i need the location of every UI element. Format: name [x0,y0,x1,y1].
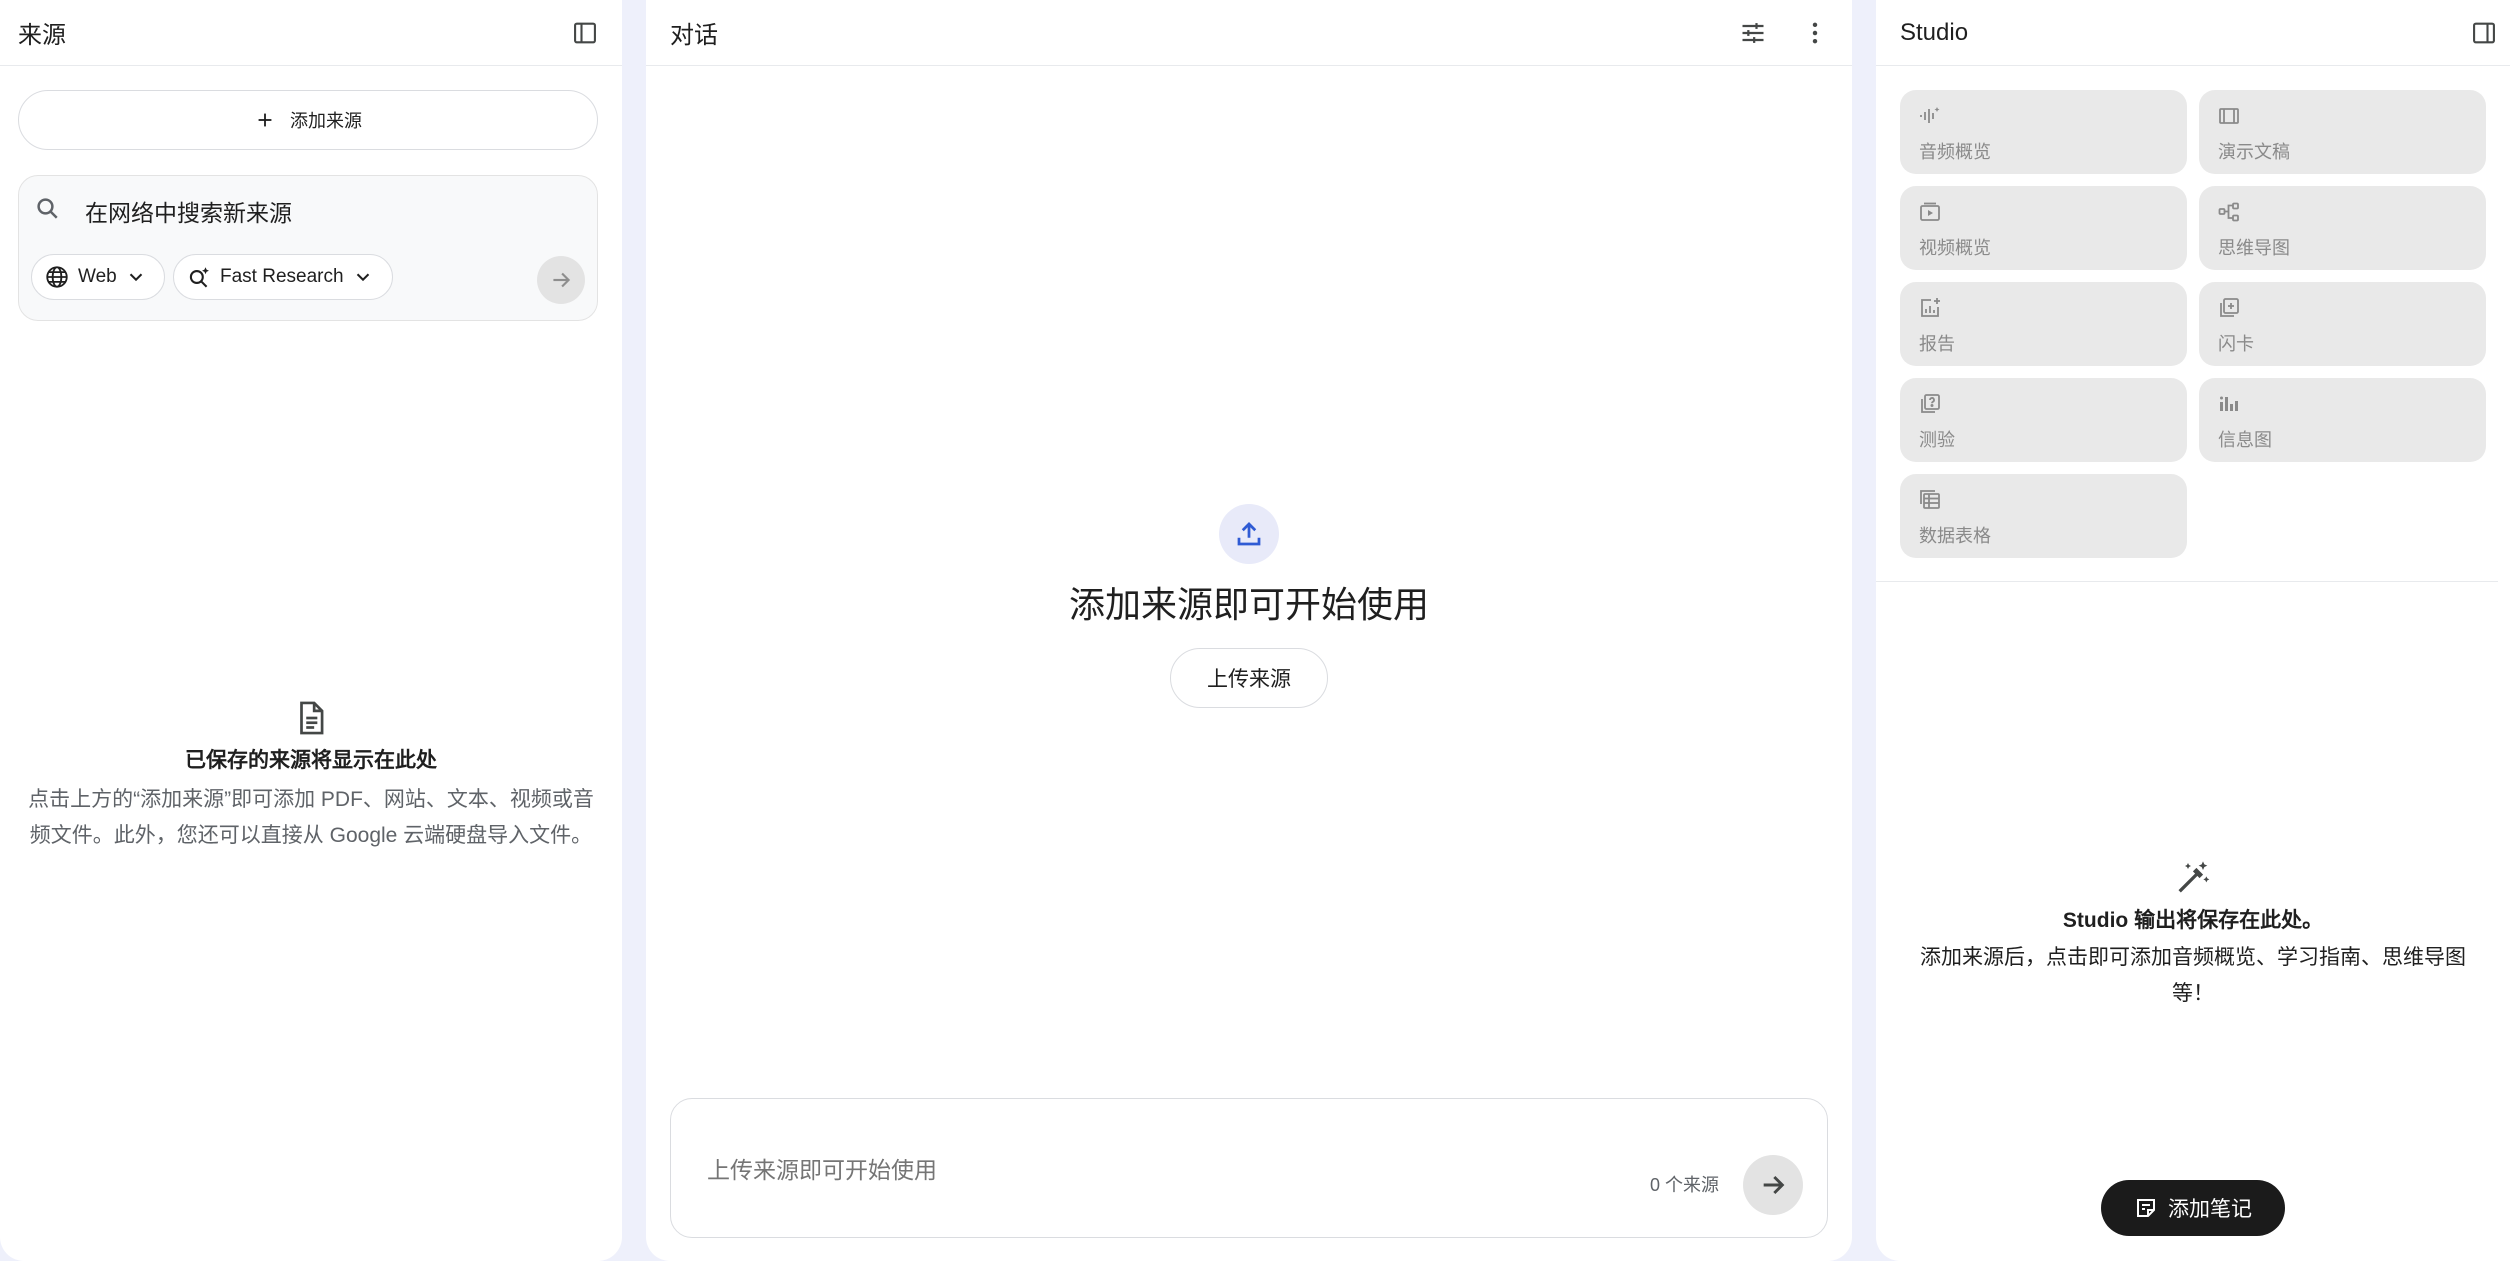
web-source-select[interactable]: Web [31,254,165,300]
chevron-down-icon [129,273,142,282]
sources-header: 来源 [0,0,622,66]
studio-empty-state: Studio 输出将保存在此处。 添加来源后，点击即可添加音频概览、学习指南、思… [1900,858,2486,1012]
tile-label: 音频概览 [1919,142,1991,162]
studio-tile-slides[interactable]: 演示文稿 [2199,90,2486,174]
web-search-box: Web Fast Research [18,175,598,321]
studio-tile-flashcards[interactable]: 闪卡 [2199,282,2486,366]
tile-label: 信息图 [2218,430,2272,450]
plus-icon [258,113,272,127]
studio-tile-audio-overview[interactable]: 音频概览 [1900,90,2187,174]
quiz-icon [1921,394,1940,413]
tile-label: 思维导图 [2218,238,2290,258]
note-icon [2137,1199,2155,1217]
studio-title: Studio [1900,18,1969,46]
settings-sliders-icon[interactable] [1735,15,1771,51]
sources-title: 来源 [18,22,66,49]
mindmap-icon [2218,202,2239,222]
search-submit-button[interactable] [537,256,585,304]
sources-empty-title: 已保存的来源将显示在此处 [185,749,437,772]
research-mode-select[interactable]: Fast Research [173,254,393,300]
video-icon [1920,202,1940,221]
report-icon [1921,298,1940,317]
collapse-studio-icon[interactable] [2466,15,2502,51]
slides-icon [2219,108,2239,124]
studio-empty-description: 添加来源后，点击即可添加音频概览、学习指南、思维导图等！ [1920,946,2466,1005]
upload-source-button[interactable]: 上传来源 [1170,648,1328,708]
tile-label: 报告 [1919,334,1955,354]
chat-empty-title: 添加来源即可开始使用 [1068,584,1429,625]
studio-tile-mind-map[interactable]: 思维导图 [2199,186,2486,270]
globe-icon [46,266,68,288]
chat-empty-state: 添加来源即可开始使用 上传来源 [646,504,1852,708]
infographic-icon [2220,396,2238,411]
arrow-right-icon [1763,1175,1785,1195]
studio-tile-data-table[interactable]: 数据表格 [1900,474,2187,558]
chevron-down-icon [356,273,369,282]
sources-empty-description: 点击上方的“添加来源”即可添加 PDF、网站、文本、视频或音频文件。此外，您还可… [28,788,594,847]
add-source-button[interactable]: 添加来源 [18,90,598,150]
sparkle-search-icon [189,267,209,288]
upload-icon [1219,504,1279,564]
studio-tile-quiz[interactable]: 测验 [1900,378,2187,462]
tile-label: 闪卡 [2218,334,2254,354]
tile-label: 视频概览 [1919,238,1991,258]
chat-title: 对话 [670,22,718,49]
studio-divider [1876,581,2498,582]
send-button[interactable] [1743,1155,1803,1215]
studio-tile-infographic[interactable]: 信息图 [2199,378,2486,462]
arrow-right-icon [553,272,571,288]
add-note-button[interactable]: 添加笔记 [2101,1180,2285,1236]
chat-input-box: 0 个来源 [670,1098,1828,1238]
collapse-sources-icon[interactable] [567,15,603,51]
source-count: 0 个来源 [1649,1175,1719,1195]
table-icon [1920,490,1940,509]
studio-tile-report[interactable]: 报告 [1900,282,2187,366]
studio-tile-video-overview[interactable]: 视频概览 [1900,186,2187,270]
document-icon [300,701,324,735]
sources-panel: 来源 添加来源 Web Fast Research 已保存 [0,0,622,1261]
chat-input[interactable] [707,1153,1507,1187]
chat-panel: 对话 添加来源即可开始使用 上传来源 0 个来源 [646,0,1852,1261]
tile-label: 演示文稿 [2218,142,2290,162]
research-chip-label: Fast Research [220,266,344,287]
tile-label: 测验 [1919,430,1955,450]
studio-panel: Studio 音频概览 演示文稿 视频概览 思维导图 报告 闪卡 测验 信息图 … [1876,0,2510,1261]
flashcards-icon [2220,298,2239,317]
add-note-label: 添加笔记 [2168,1198,2252,1221]
magic-wand-icon [2178,861,2210,893]
studio-tools-grid: 音频概览 演示文稿 视频概览 思维导图 报告 闪卡 测验 信息图 数据表格 [1900,90,2486,558]
audio-waveform-icon [1920,107,1940,123]
sources-empty-state: 已保存的来源将显示在此处 点击上方的“添加来源”即可添加 PDF、网站、文本、视… [20,698,602,854]
chat-header: 对话 [646,0,1852,66]
add-source-label: 添加来源 [290,111,362,131]
studio-empty-title: Studio 输出将保存在此处。 [2062,909,2324,932]
more-vert-icon[interactable] [1797,15,1833,51]
search-icon [33,194,63,229]
studio-header: Studio [1876,0,2510,66]
web-chip-label: Web [78,266,117,287]
search-input[interactable] [85,196,565,230]
tile-label: 数据表格 [1919,526,1991,546]
